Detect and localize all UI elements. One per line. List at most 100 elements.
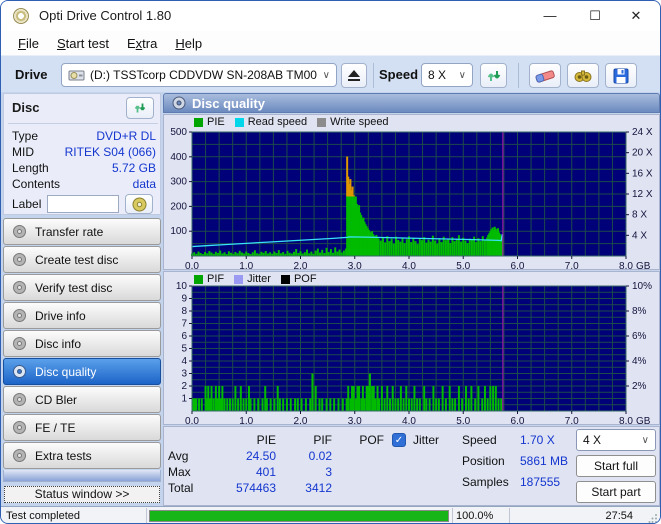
disc-icon [12,308,27,323]
svg-text:5.0: 5.0 [456,416,470,424]
info-label: Type [12,129,39,143]
svg-text:7.0: 7.0 [565,261,579,269]
sidebar-item-create-test-disc[interactable]: Create test disc [3,246,161,273]
save-icon [613,68,629,83]
chevron-down-icon: ∨ [458,69,466,81]
disc-refresh-button[interactable] [126,97,154,119]
write-label-button[interactable] [125,194,154,214]
nav-footer-strip [3,470,161,482]
stat-value: 187555 [520,475,561,489]
cd-icon [172,96,186,110]
stat-value: 1.70 X [520,433,555,447]
sidebar-item-drive-info[interactable]: Drive info [3,302,161,329]
stats-table: PIE PIF POF Avg 24.50 0.02 Max 401 3 Total 574463 3… [168,432,384,496]
info-value: data [132,177,156,191]
eject-icon [348,70,360,81]
speed-label: Speed [379,67,419,82]
maximize-button[interactable]: ☐ [575,1,615,31]
eject-button[interactable] [341,63,367,88]
minimize-button[interactable]: — [530,1,570,31]
close-button[interactable]: ✕ [616,1,656,31]
svg-text:6%: 6% [632,331,647,342]
disc-icon [12,280,27,295]
cd-icon [132,197,147,211]
sidebar-item-disc-info[interactable]: Disc info [3,330,161,357]
page-title: Disc quality [192,95,265,111]
sidebar-item-fe-te[interactable]: FE / TE [3,414,161,441]
svg-text:3.0: 3.0 [348,416,362,424]
label-input[interactable] [47,195,120,213]
disc-icon [12,336,27,351]
svg-text:3: 3 [181,369,187,380]
info-value: DVD+R DL [96,129,156,143]
sidebar-item-disc-quality[interactable]: Disc quality [3,358,161,385]
toolbar: Drive (D:) TSSTcorp CDDVDW SN-208AB TM00… [1,55,660,92]
svg-text:0.0: 0.0 [185,261,199,269]
sidebar-item-cd-bler[interactable]: CD Bler [3,386,161,413]
svg-text:1: 1 [181,394,187,405]
refresh-button[interactable] [480,63,507,88]
stats-row-total: Total 574463 3412 [168,480,384,496]
info-label: Contents [12,177,61,191]
legend-label: PIE [207,116,225,128]
svg-text:2%: 2% [632,381,647,392]
legend-swatch-pof [280,274,290,284]
menu-extra[interactable]: Extra [118,34,166,53]
drive-select[interactable]: (D:) TSSTcorp CDDVDW SN-208AB TM00 ∨ [61,63,337,87]
svg-text:6.0: 6.0 [511,261,525,269]
menu-start-test[interactable]: Start test [48,34,118,53]
sidebar-item-label: Create test disc [35,252,119,267]
svg-text:8: 8 [181,306,187,317]
search-disc-button[interactable] [567,63,599,88]
sidebar-item-extra-tests[interactable]: Extra tests [3,442,161,469]
elapsed-time: 27:54 [605,510,633,522]
stats-col-pie: PIE [256,433,276,447]
stats-row-label: Avg [168,449,189,463]
divider [8,123,158,124]
disc-info-panel: Disc Type DVD+R DL MID RITEK S04 (066) Lengt… [3,93,161,215]
resize-grip[interactable] [648,513,658,523]
menu-file[interactable]: File [9,34,48,53]
sidebar-item-label: FE / TE [35,420,76,435]
drive-value: (D:) TSSTcorp CDDVDW SN-208AB TM00 [90,68,317,82]
sidebar-item-label: Disc quality [35,364,97,379]
pie-chart-legend: PIE Read speed Write speed [194,116,389,128]
main-content: Disc quality PIE Read speed Write speed 1 0… [163,93,660,506]
svg-text:4.0: 4.0 [402,416,416,424]
svg-text:5.0: 5.0 [456,261,470,269]
status-window-button[interactable]: Status window >> [4,486,160,503]
refresh-icon [134,103,146,113]
svg-text:1.0: 1.0 [239,416,253,424]
svg-text:400: 400 [170,152,187,163]
stats-right-list: Speed 1.70 X Position 5861 MB Samples 187555 [462,432,568,495]
status-message: Test completed [6,510,80,522]
start-full-button[interactable]: Start full [576,455,656,477]
menu-help[interactable]: Help [166,34,211,53]
status-bar: Test completed 100.0% 27:54 [1,506,660,523]
sidebar-item-transfer-rate[interactable]: Transfer rate [3,218,161,245]
disc-icon [12,224,27,239]
jitter-checkbox[interactable]: ✓ [392,433,406,447]
speed-select[interactable]: 8 X ∨ [421,63,473,87]
binoculars-icon [574,70,592,82]
svg-text:20 X: 20 X [632,148,653,159]
disc-icon [12,420,27,435]
stat-label: Samples [462,475,509,489]
start-part-button[interactable]: Start part [576,481,656,503]
disc-info-list: Type DVD+R DL MID RITEK S04 (066) Length 5.72… [12,128,156,192]
svg-text:300: 300 [170,177,187,188]
svg-text:4: 4 [181,356,187,367]
save-button[interactable] [605,63,637,88]
stats-pie-value: 24.50 [245,449,276,463]
title-bar: Opti Drive Control 1.80 — ☐ ✕ [1,1,660,31]
stats-row-label: Max [168,465,191,479]
svg-text:4%: 4% [632,356,647,367]
legend-label: PIF [207,273,225,285]
erase-disc-button[interactable] [529,63,561,88]
progress-fill [150,511,448,521]
sidebar-item-verify-test-disc[interactable]: Verify test disc [3,274,161,301]
stat-label: Speed [462,433,497,447]
test-speed-select[interactable]: 4 X ∨ [576,429,656,451]
pif-chart-block: PIF Jitter POF 1 2 3 4 5 6 7 8 9 10 2% 4% 6% 8% 10% 0.0 1.… [163,271,660,427]
statusbar-separator [452,508,453,523]
